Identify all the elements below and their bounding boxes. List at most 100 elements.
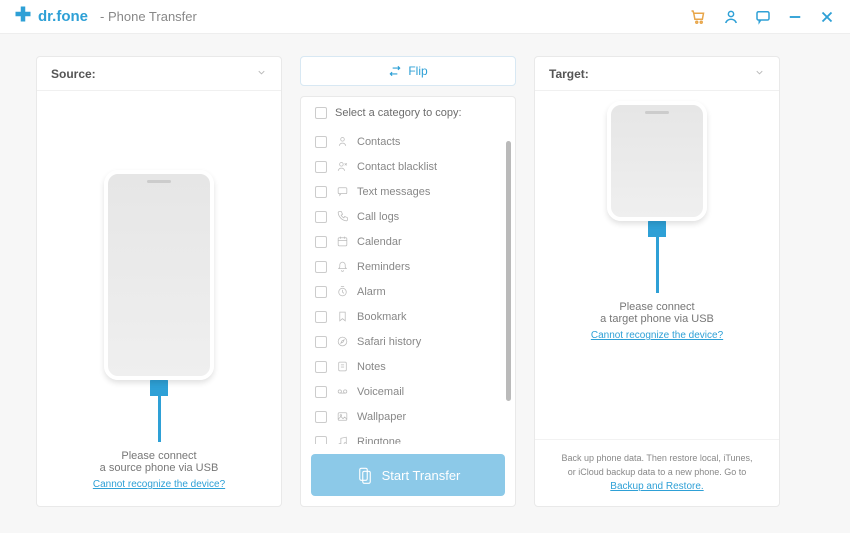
category-item-user-x[interactable]: Contact blacklist	[315, 154, 501, 179]
category-label: Select a category to copy:	[335, 107, 462, 119]
checkbox[interactable]	[315, 311, 327, 323]
category-item-label: Contacts	[357, 136, 400, 148]
user-icon[interactable]	[722, 8, 740, 26]
category-item-note[interactable]: Notes	[315, 354, 501, 379]
checkbox[interactable]	[315, 161, 327, 173]
target-device-area: Please connect a target phone via USB Ca…	[535, 91, 779, 341]
content: Source: Please connect a source phone vi…	[0, 34, 850, 533]
close-icon[interactable]	[818, 8, 836, 26]
target-help-link[interactable]: Cannot recognize the device?	[591, 330, 723, 341]
source-help-link[interactable]: Cannot recognize the device?	[93, 479, 225, 490]
checkbox[interactable]	[315, 186, 327, 198]
checkbox[interactable]	[315, 386, 327, 398]
checkbox[interactable]	[315, 436, 327, 445]
target-note-1: Back up phone data. Then restore local, …	[561, 453, 752, 463]
source-panel: Source: Please connect a source phone vi…	[36, 56, 282, 507]
image-icon	[335, 410, 349, 424]
source-device-area: Please connect a source phone via USB Ca…	[37, 91, 281, 506]
target-msg-1: Please connect	[619, 301, 694, 313]
category-item-calendar[interactable]: Calendar	[315, 229, 501, 254]
feedback-icon[interactable]	[754, 8, 772, 26]
category-item-bell[interactable]: Reminders	[315, 254, 501, 279]
checkbox[interactable]	[315, 411, 327, 423]
category-item-label: Voicemail	[357, 386, 404, 398]
category-item-voicemail[interactable]: Voicemail	[315, 379, 501, 404]
clock-icon	[335, 285, 349, 299]
music-icon	[335, 435, 349, 445]
compass-icon	[335, 335, 349, 349]
transfer-icon	[356, 466, 374, 484]
category-item-clock[interactable]: Alarm	[315, 279, 501, 304]
user-x-icon	[335, 160, 349, 174]
target-msg-2: a target phone via USB	[600, 313, 714, 325]
category-panel: Select a category to copy: ContactsConta…	[300, 96, 516, 507]
message-icon	[335, 185, 349, 199]
brand-text: dr.fone	[38, 8, 88, 25]
category-item-phone[interactable]: Call logs	[315, 204, 501, 229]
app-subtitle: - Phone Transfer	[100, 9, 197, 24]
category-item-label: Notes	[357, 361, 386, 373]
select-all-checkbox[interactable]	[315, 107, 327, 119]
category-item-music[interactable]: Ringtone	[315, 429, 501, 444]
bookmark-icon	[335, 310, 349, 324]
chevron-down-icon	[754, 67, 765, 81]
category-item-label: Reminders	[357, 261, 410, 273]
checkbox[interactable]	[315, 336, 327, 348]
category-item-user[interactable]: Contacts	[315, 129, 501, 154]
flip-button[interactable]: Flip	[300, 56, 516, 86]
category-item-label: Bookmark	[357, 311, 407, 323]
source-msg-1: Please connect	[121, 450, 196, 462]
category-list: Contacts Contact blacklist Text messages Ca…	[301, 129, 515, 444]
category-item-image[interactable]: Wallpaper	[315, 404, 501, 429]
category-item-label: Text messages	[357, 186, 430, 198]
flip-label: Flip	[408, 64, 427, 78]
target-note-2: or iCloud backup data to a new phone. Go…	[568, 467, 747, 477]
usb-cable-icon	[150, 380, 168, 442]
titlebar-actions	[690, 8, 836, 26]
checkbox[interactable]	[315, 361, 327, 373]
category-header[interactable]: Select a category to copy:	[301, 97, 515, 129]
category-item-label: Alarm	[357, 286, 386, 298]
start-transfer-button[interactable]: Start Transfer	[311, 454, 505, 496]
checkbox[interactable]	[315, 286, 327, 298]
checkbox[interactable]	[315, 136, 327, 148]
minimize-icon[interactable]	[786, 8, 804, 26]
voicemail-icon	[335, 385, 349, 399]
target-header[interactable]: Target:	[535, 57, 779, 91]
source-msg-2: a source phone via USB	[100, 462, 219, 474]
category-item-label: Safari history	[357, 336, 421, 348]
category-item-label: Contact blacklist	[357, 161, 437, 173]
usb-cable-icon	[648, 221, 666, 293]
calendar-icon	[335, 235, 349, 249]
category-item-label: Calendar	[357, 236, 402, 248]
category-item-label: Call logs	[357, 211, 399, 223]
checkbox[interactable]	[315, 211, 327, 223]
source-device-placeholder	[104, 170, 214, 380]
category-item-label: Ringtone	[357, 436, 401, 445]
titlebar: dr.fone - Phone Transfer	[0, 0, 850, 34]
target-label: Target:	[549, 67, 589, 81]
brand-icon	[14, 5, 32, 28]
brand: dr.fone - Phone Transfer	[14, 5, 197, 28]
category-item-label: Wallpaper	[357, 411, 406, 423]
center-column: Flip Select a category to copy: Contacts…	[300, 56, 516, 507]
category-item-bookmark[interactable]: Bookmark	[315, 304, 501, 329]
swap-icon	[388, 64, 402, 78]
chevron-down-icon	[256, 67, 267, 81]
category-item-message[interactable]: Text messages	[315, 179, 501, 204]
user-icon	[335, 135, 349, 149]
target-panel: Target: Please connect a target phone vi…	[534, 56, 780, 507]
backup-restore-link[interactable]: Backup and Restore.	[610, 481, 703, 492]
category-item-compass[interactable]: Safari history	[315, 329, 501, 354]
cart-icon[interactable]	[690, 8, 708, 26]
start-transfer-label: Start Transfer	[382, 468, 461, 483]
scrollbar[interactable]	[506, 141, 511, 401]
checkbox[interactable]	[315, 261, 327, 273]
source-header[interactable]: Source:	[37, 57, 281, 91]
source-label: Source:	[51, 67, 96, 81]
checkbox[interactable]	[315, 236, 327, 248]
target-note: Back up phone data. Then restore local, …	[535, 439, 779, 506]
bell-icon	[335, 260, 349, 274]
phone-icon	[335, 210, 349, 224]
target-device-placeholder	[607, 101, 707, 221]
